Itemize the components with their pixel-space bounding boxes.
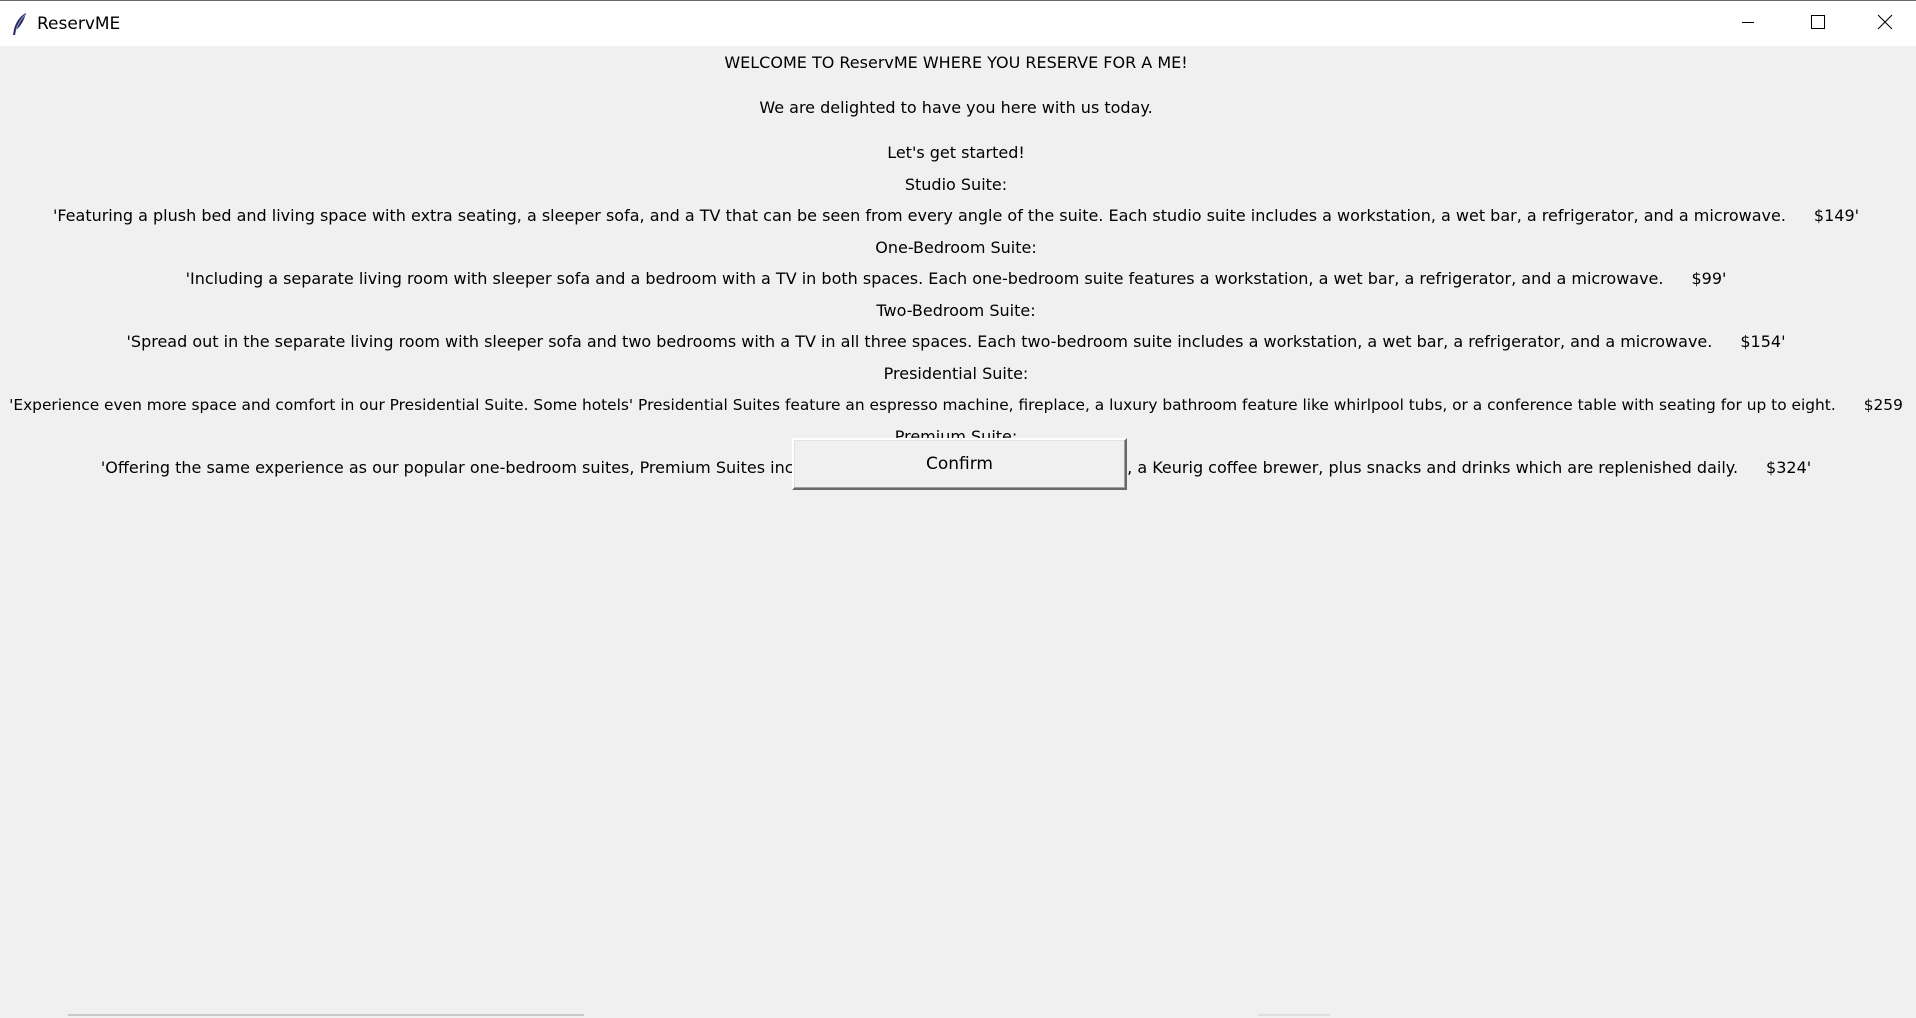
suite-price: $324' — [1766, 458, 1812, 477]
delighted-text: We are delighted to have you here with u… — [759, 98, 1153, 117]
welcome-text: WELCOME TO ReservME WHERE YOU RESERVE FO… — [724, 53, 1188, 72]
suite-price: $99' — [1691, 269, 1727, 288]
suite-name-one-bedroom: One-Bedroom Suite: — [875, 238, 1037, 257]
suite-description-studio: 'Featuring a plush bed and living space … — [0, 205, 1914, 227]
app-window: ReservME WELCOME TO ReservME WHERE YOU R… — [0, 0, 1916, 1018]
suite-name-two-bedroom: Two-Bedroom Suite: — [876, 301, 1036, 320]
maximize-icon — [1810, 14, 1826, 34]
suite-description-one-bedroom: 'Including a separate living room with s… — [0, 268, 1914, 290]
suite-description-text: 'Including a separate living room with s… — [185, 269, 1664, 288]
minimize-icon — [1740, 14, 1756, 34]
title-bar[interactable]: ReservME — [0, 0, 1916, 46]
suite-price: $259 — [1863, 396, 1903, 414]
feather-icon — [11, 12, 29, 36]
close-icon — [1877, 14, 1893, 34]
suite-description-text: 'Featuring a plush bed and living space … — [52, 206, 1786, 225]
suite-description-presidential: 'Experience even more space and comfort … — [0, 394, 1914, 416]
suite-description-text: 'Spread out in the separate living room … — [126, 332, 1713, 351]
bottom-divider — [1258, 1014, 1330, 1016]
confirm-button[interactable]: Confirm — [792, 438, 1127, 490]
minimize-button[interactable] — [1713, 1, 1783, 46]
close-button[interactable] — [1853, 1, 1916, 46]
suite-description-two-bedroom: 'Spread out in the separate living room … — [0, 331, 1914, 353]
suite-price: $149' — [1813, 206, 1860, 225]
suite-price: $154' — [1740, 332, 1786, 351]
suite-name-studio: Studio Suite: — [904, 175, 1008, 194]
window-title: ReservME — [37, 14, 121, 34]
bottom-divider — [68, 1014, 584, 1016]
suite-description-text: 'Experience even more space and comfort … — [9, 396, 1836, 414]
get-started-text: Let's get started! — [887, 143, 1025, 162]
suite-name-presidential: Presidential Suite: — [883, 364, 1029, 383]
main-content: WELCOME TO ReservME WHERE YOU RESERVE FO… — [0, 46, 1916, 1018]
maximize-button[interactable] — [1783, 1, 1853, 46]
